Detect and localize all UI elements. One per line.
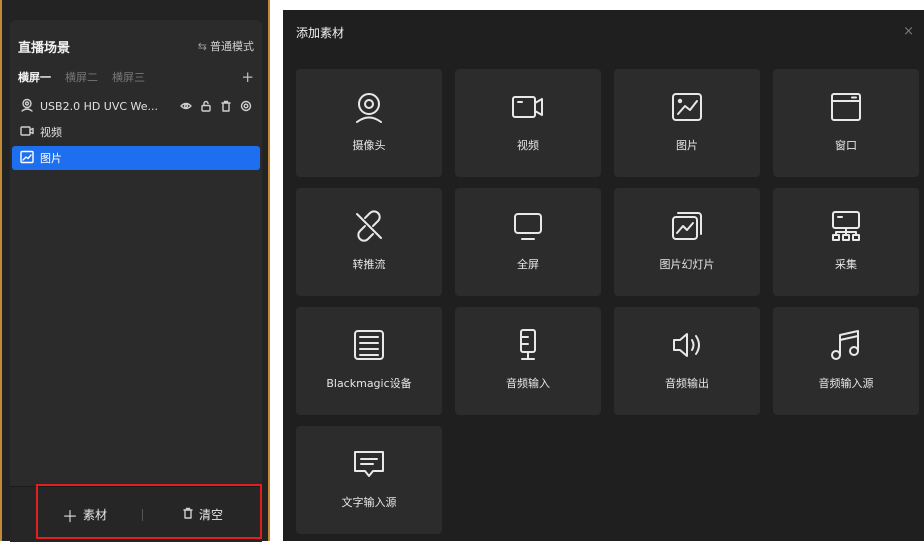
mode-switch-label: 普通模式 (210, 40, 254, 53)
webcam-icon (20, 98, 34, 115)
slideshow-icon (672, 212, 702, 240)
settings-icon[interactable] (240, 100, 252, 112)
tile-text-input-source[interactable]: 文字输入源 (296, 426, 442, 534)
visibility-eye-icon[interactable] (180, 100, 192, 112)
tile-slideshow[interactable]: 图片幻灯片 (614, 188, 760, 296)
capture-card-icon (354, 330, 384, 360)
tile-label: 摄像头 (352, 139, 386, 152)
tile-label: 全屏 (517, 258, 539, 271)
tile-label: 转推流 (352, 258, 386, 271)
delete-icon[interactable] (220, 100, 232, 112)
capture-icon (832, 211, 860, 241)
image-icon (20, 150, 34, 167)
video-camera-icon (512, 96, 543, 118)
tile-label: 音频输入 (506, 377, 550, 390)
tile-label: 视频 (517, 139, 539, 152)
text-message-icon (354, 451, 384, 477)
tile-video[interactable]: 视频 (455, 69, 601, 177)
tile-label: 图片幻灯片 (659, 258, 715, 271)
tile-fullscreen[interactable]: 全屏 (455, 188, 601, 296)
tile-blackmagic[interactable]: Blackmagic设备 (296, 307, 442, 415)
tile-audio-output[interactable]: 音频输出 (614, 307, 760, 415)
video-icon (20, 124, 34, 141)
tile-label: Blackmagic设备 (326, 377, 412, 390)
mode-switch-button[interactable]: ⇆ 普通模式 (198, 38, 254, 54)
tile-capture[interactable]: 采集 (773, 188, 919, 296)
add-material-dialog: 添加素材 × 摄像头 视频 图片 窗口 转推流 全屏 图片幻灯片 采集 Blac… (283, 10, 924, 541)
window-icon (831, 93, 861, 121)
scene-tabs: 横屏一 横屏二 横屏三 + (18, 68, 254, 86)
tile-label: 窗口 (835, 139, 857, 152)
source-item-image[interactable]: 图片 (12, 146, 260, 170)
image-icon (672, 93, 702, 121)
source-actions (180, 100, 252, 112)
tile-label: 图片 (676, 139, 698, 152)
lock-icon[interactable] (200, 100, 212, 112)
monitor-icon (514, 213, 542, 240)
tile-label: 音频输入源 (818, 377, 874, 390)
swap-icon: ⇆ (197, 39, 207, 53)
highlight-box (36, 484, 262, 539)
close-button[interactable]: × (903, 24, 914, 39)
source-label: 视频 (40, 126, 62, 139)
source-label: 图片 (40, 152, 62, 165)
tile-label: 文字输入源 (341, 496, 397, 509)
scene-title: 直播场景 (18, 40, 71, 56)
tile-label: 采集 (835, 258, 857, 271)
tile-image[interactable]: 图片 (614, 69, 760, 177)
scene-panel-body: 直播场景 ⇆ 普通模式 横屏一 横屏二 横屏三 + USB2.0 HD UVC … (10, 20, 262, 541)
source-list: USB2.0 HD UVC We... 视频 图片 (10, 94, 262, 172)
webcam-icon (356, 93, 382, 123)
speaker-icon (673, 333, 700, 357)
scene-header: 直播场景 ⇆ 普通模式 (18, 36, 254, 56)
music-note-icon (831, 330, 859, 360)
source-item-webcam[interactable]: USB2.0 HD UVC We... (12, 94, 260, 118)
tile-audio-input-source[interactable]: 音频输入源 (773, 307, 919, 415)
link-broken-icon (356, 210, 382, 242)
tab-landscape-1[interactable]: 横屏一 (18, 69, 51, 85)
source-label: USB2.0 HD UVC We... (40, 99, 159, 113)
source-item-video[interactable]: 视频 (12, 120, 260, 144)
tile-camera[interactable]: 摄像头 (296, 69, 442, 177)
tile-window[interactable]: 窗口 (773, 69, 919, 177)
tile-label: 音频输出 (665, 377, 709, 390)
microphone-icon (520, 329, 536, 360)
tile-relay-stream[interactable]: 转推流 (296, 188, 442, 296)
scene-panel: 直播场景 ⇆ 普通模式 横屏一 横屏二 横屏三 + USB2.0 HD UVC … (2, 0, 268, 542)
tile-audio-input[interactable]: 音频输入 (455, 307, 601, 415)
add-tab-button[interactable]: + (241, 68, 254, 86)
dialog-title: 添加素材 (296, 26, 345, 40)
tab-landscape-2[interactable]: 横屏二 (65, 69, 98, 85)
tab-landscape-3[interactable]: 横屏三 (112, 69, 145, 85)
